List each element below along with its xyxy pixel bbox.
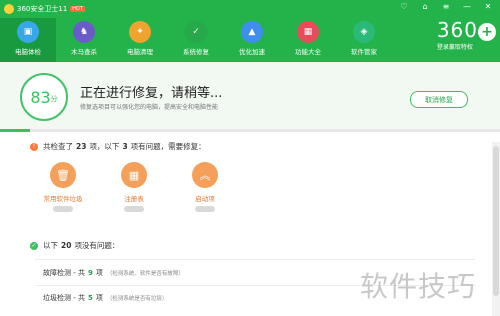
cancel-repair-button[interactable]: 取消修复 <box>410 91 468 108</box>
summary-suffix: 项有问题，需要修复： <box>130 142 206 151</box>
window-controls: ♡ ⌂ ≡ — ✕ <box>398 2 494 11</box>
progress-fill <box>0 129 30 132</box>
problem-item[interactable]: 🗑 常用软件垃圾 <box>40 162 86 212</box>
tab-label: 优化加速 <box>239 48 265 56</box>
row-desc: （检测系统是否有垃圾） <box>106 296 168 302</box>
tab-label: 系统修复 <box>183 48 209 56</box>
problem-summary: ! 共检查了 23 项，以下 3 项有问题，需要修复： <box>30 141 206 152</box>
hot-badge: HOT <box>70 6 86 12</box>
list-item[interactable]: 垃圾检测 - 共 5 项 （检测系统是否有垃圾） <box>43 293 167 303</box>
row-unit: 项 <box>95 294 103 302</box>
trash-icon: 🗑 <box>50 162 76 188</box>
tab-software-manager[interactable]: ◈ 软件管家 <box>336 18 392 62</box>
grid-icon: ▦ <box>297 21 319 43</box>
problem-list: 🗑 常用软件垃圾 ▦ 注册表 ︽ 启动项 <box>40 162 228 212</box>
tab-optimize[interactable]: ▲ 优化加速 <box>224 18 280 62</box>
rocket-icon: ▲ <box>241 21 263 43</box>
row-count: 9 <box>87 269 93 277</box>
row-unit: 项 <box>95 269 103 277</box>
problem-label: 注册表 <box>124 195 144 203</box>
tab-system-repair[interactable]: ✓ 系统修复 <box>168 18 224 62</box>
main-nav: ▣ 电脑体检 ♞ 木马查杀 ✦ 电脑清理 ✓ 系统修复 ▲ 优化加速 ▦ 功能大… <box>0 18 392 62</box>
brand-area[interactable]: 360 登录赢取特权 <box>437 20 478 51</box>
tab-features[interactable]: ▦ 功能大全 <box>280 18 336 62</box>
tab-label: 电脑清理 <box>127 48 153 56</box>
watermark: 软件技巧 <box>360 270 477 303</box>
shield-icon: ✓ <box>185 21 207 43</box>
menu-icon[interactable]: ≡ <box>440 2 452 11</box>
score-value: 83 <box>30 87 51 107</box>
ok-summary: ✓ 以下 20 项没有问题： <box>30 240 119 251</box>
ok-prefix: 以下 <box>43 241 58 250</box>
score-unit: 分 <box>50 95 58 103</box>
close-icon[interactable]: ✕ <box>482 2 494 11</box>
skin-icon[interactable]: ♡ <box>398 2 410 11</box>
ok-count: 20 <box>61 241 72 250</box>
tab-pc-cleanup[interactable]: ✦ 电脑清理 <box>112 18 168 62</box>
tab-label: 电脑体检 <box>15 48 41 56</box>
minimize-icon[interactable]: — <box>461 2 473 11</box>
logo-icon <box>4 4 14 14</box>
list-item[interactable]: 故障检测 - 共 9 项 （检测系统、软件是否有故障） <box>43 268 184 278</box>
top-bar: 360安全卫士11 HOT ♡ ⌂ ≡ — ✕ ▣ 电脑体检 ♞ 木马查杀 ✦ … <box>0 0 500 62</box>
warning-icon: ! <box>30 142 38 151</box>
ok-suffix: 项没有问题： <box>74 241 120 250</box>
row-name: 故障检测 - 共 <box>43 269 85 277</box>
problem-item[interactable]: ︽ 启动项 <box>182 162 228 212</box>
tab-trojan-scan[interactable]: ♞ 木马查杀 <box>56 18 112 62</box>
tab-label: 木马查杀 <box>71 48 97 56</box>
row-desc: （检测系统、软件是否有故障） <box>106 271 184 277</box>
problem-item[interactable]: ▦ 注册表 <box>111 162 157 212</box>
summary-prefix: 共检查了 <box>43 142 73 151</box>
tab-pc-checkup[interactable]: ▣ 电脑体检 <box>0 18 56 62</box>
repair-progress-bar <box>0 129 500 132</box>
horse-shield-icon: ♞ <box>73 21 95 43</box>
scrollbar-thumb[interactable] <box>493 146 499 296</box>
problem-status-badge <box>124 206 144 212</box>
problem-label: 常用软件垃圾 <box>43 195 83 203</box>
app-store-icon: ◈ <box>353 21 375 43</box>
problem-label: 启动项 <box>195 195 215 203</box>
status-panel: 83 分 正在进行修复，请稍等... 修复选项目可以强化您的电脑，提高安全和电脑… <box>0 62 500 130</box>
plus-icon[interactable]: + <box>478 23 496 41</box>
row-name: 垃圾检测 - 共 <box>43 294 85 302</box>
tab-label: 软件管家 <box>351 48 377 56</box>
grid-icon: ▦ <box>121 162 147 188</box>
monitor-check-icon: ▣ <box>17 21 39 43</box>
status-subline: 修复选项目可以强化您的电脑，提高安全和电脑性能 <box>80 104 219 111</box>
brand-number: 360 <box>436 18 478 42</box>
score-circle: 83 分 <box>20 73 68 121</box>
row-count: 5 <box>87 294 93 302</box>
status-headline: 正在进行修复，请稍等... <box>80 86 223 101</box>
problem-status-badge <box>53 206 73 212</box>
app-title: 360安全卫士11 <box>17 5 68 13</box>
chevrons-up-icon: ︽ <box>192 162 218 188</box>
shirt-icon[interactable]: ⌂ <box>419 2 431 11</box>
summary-middle: 项，以下 <box>89 142 120 151</box>
tab-label: 功能大全 <box>295 48 321 56</box>
check-icon: ✓ <box>30 241 38 250</box>
broom-icon: ✦ <box>129 21 151 43</box>
title-bar: 360安全卫士11 HOT <box>4 2 86 16</box>
problem-count: 3 <box>122 142 128 151</box>
checked-count: 23 <box>76 142 87 151</box>
divider <box>35 259 475 260</box>
problem-status-badge <box>195 206 215 212</box>
login-link[interactable]: 登录赢取特权 <box>437 42 478 51</box>
